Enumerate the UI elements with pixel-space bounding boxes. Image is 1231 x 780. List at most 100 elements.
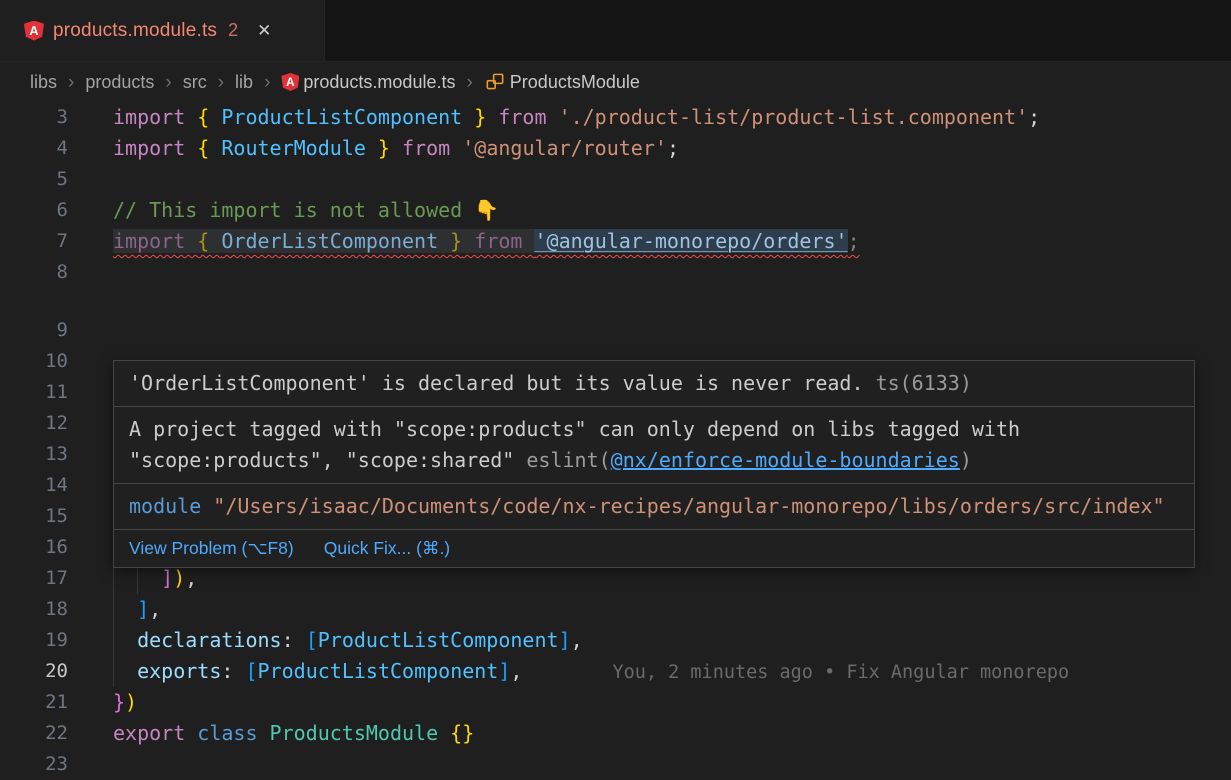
code-token: ,: [510, 659, 522, 683]
quick-fix-action[interactable]: Quick Fix... (⌘.): [324, 538, 450, 559]
code-token: [113, 597, 137, 621]
chevron-right-icon: ›: [218, 73, 224, 92]
code-line-content: declarations: [ProductListComponent],: [113, 625, 1231, 656]
line-number: 22: [0, 718, 68, 749]
chevron-right-icon: ›: [165, 73, 171, 92]
code-token: import: [113, 105, 197, 129]
indent-guide: [113, 594, 114, 625]
line-number: 13: [0, 439, 68, 470]
code-token: './product-list/product-list.component': [559, 105, 1029, 129]
code-line-23[interactable]: 23: [0, 749, 1231, 780]
code-token: :: [221, 659, 245, 683]
code-line-5[interactable]: 5: [0, 164, 1231, 195]
line-number: 17: [0, 563, 68, 594]
code-line-20[interactable]: 20 exports: [ProductListComponent],You, …: [0, 656, 1231, 687]
chevron-right-icon: ›: [68, 73, 74, 92]
code-token: ,: [571, 628, 583, 652]
hover-gap-spacer: [0, 288, 1231, 315]
code-token: }: [462, 105, 486, 129]
hover-actions: View Problem (⌥F8) Quick Fix... (⌘.): [114, 529, 1194, 567]
hover-ts-diagnostic: 'OrderListComponent' is declared but its…: [114, 361, 1194, 406]
line-number: 16: [0, 532, 68, 563]
tab-label: products.module.ts: [53, 20, 217, 42]
code-token: ]: [161, 566, 173, 590]
line-number: 23: [0, 749, 68, 780]
code-token: }: [438, 229, 462, 253]
code-token: ProductListComponent: [318, 628, 559, 652]
code-token: RouterModule: [221, 136, 366, 160]
line-number: 21: [0, 687, 68, 718]
breadcrumb-item-lib[interactable]: lib: [235, 72, 253, 93]
line-number: 14: [0, 470, 68, 501]
breadcrumb-item-libs[interactable]: libs: [30, 72, 57, 93]
code-line-7[interactable]: 7import { OrderListComponent } from '@an…: [0, 226, 1231, 257]
code-token: ,: [185, 566, 197, 590]
line-number: 15: [0, 501, 68, 532]
line-number: 5: [0, 164, 68, 195]
line-number: 4: [0, 133, 68, 164]
code-line-21[interactable]: 21}): [0, 687, 1231, 718]
eslint-rule-link[interactable]: @nx/enforce-module-boundaries: [611, 448, 960, 472]
module-path: "/Users/isaac/Documents/code/nx-recipes/…: [213, 494, 1164, 518]
breadcrumb-item-src[interactable]: src: [183, 72, 207, 93]
code-token: }: [113, 690, 125, 714]
code-token: from: [462, 229, 534, 253]
breadcrumb-item-products[interactable]: products: [85, 72, 154, 93]
line-number: 18: [0, 594, 68, 625]
code-token: 👇: [474, 198, 499, 222]
angular-icon: A: [24, 21, 44, 41]
code-line-content: import { ProductListComponent } from './…: [113, 102, 1231, 133]
code-line-content: exports: [ProductListComponent],You, 2 m…: [113, 656, 1231, 687]
code-line-3[interactable]: 3import { ProductListComponent } from '.…: [0, 102, 1231, 133]
code-token: [113, 659, 137, 683]
code-line-19[interactable]: 19 declarations: [ProductListComponent],: [0, 625, 1231, 656]
code-line-content: [113, 164, 1231, 195]
line-number: 10: [0, 346, 68, 377]
line-number: 12: [0, 408, 68, 439]
code-token: {: [197, 229, 221, 253]
error-squiggle: import { OrderListComponent } from '@ang…: [113, 229, 860, 253]
code-line-content: }): [113, 687, 1231, 718]
code-token: ProductListComponent: [258, 659, 499, 683]
code-token: ,: [149, 597, 161, 621]
hover-eslint-diagnostic: A project tagged with "scope:products" c…: [114, 406, 1194, 483]
code-token: [: [306, 628, 318, 652]
code-token: ): [173, 566, 185, 590]
code-line-22[interactable]: 22export class ProductsModule {}: [0, 718, 1231, 749]
code-token: import: [113, 229, 197, 253]
code-line-8[interactable]: 8: [0, 257, 1231, 288]
tab-products-module[interactable]: A products.module.ts 2 ✕: [0, 0, 325, 61]
code-token: }: [366, 136, 390, 160]
code-token: export: [113, 721, 197, 745]
code-editor[interactable]: 3import { ProductListComponent } from '.…: [0, 102, 1231, 780]
code-line-content: // This import is not allowed 👇: [113, 195, 1231, 226]
indent-guide: [113, 625, 114, 656]
code-token: ]: [498, 659, 510, 683]
close-icon[interactable]: ✕: [257, 21, 271, 41]
code-line-4[interactable]: 4import { RouterModule } from '@angular/…: [0, 133, 1231, 164]
code-token: {: [197, 105, 221, 129]
code-line-9[interactable]: 9: [0, 315, 1231, 346]
code-token: ]: [559, 628, 571, 652]
code-token: ;: [848, 229, 860, 253]
breadcrumb-item-file[interactable]: products.module.ts: [303, 72, 455, 93]
code-token: // This import is not allowed: [113, 198, 474, 222]
line-number: 9: [0, 315, 68, 346]
hover-popup: 'OrderListComponent' is declared but its…: [113, 360, 1195, 568]
code-token: :: [282, 628, 306, 652]
diagnostic-message: 'OrderListComponent' is declared but its…: [129, 371, 864, 395]
code-token: ProductListComponent: [221, 105, 462, 129]
diagnostic-code: ts(6133): [876, 371, 972, 395]
angular-icon: A: [281, 73, 299, 91]
code-line-content: [113, 257, 1231, 288]
chevron-right-icon: ›: [264, 73, 270, 92]
breadcrumb-item-symbol[interactable]: ProductsModule: [510, 72, 640, 93]
code-line-18[interactable]: 18 ],: [0, 594, 1231, 625]
code-line-6[interactable]: 6// This import is not allowed 👇: [0, 195, 1231, 226]
code-line-content: import { OrderListComponent } from '@ang…: [113, 226, 1231, 257]
view-problem-action[interactable]: View Problem (⌥F8): [129, 538, 294, 559]
code-token: '@angular-monorepo/orders': [534, 229, 847, 253]
code-token: ;: [1028, 105, 1040, 129]
code-token: from: [486, 105, 558, 129]
code-token: ]: [137, 597, 149, 621]
